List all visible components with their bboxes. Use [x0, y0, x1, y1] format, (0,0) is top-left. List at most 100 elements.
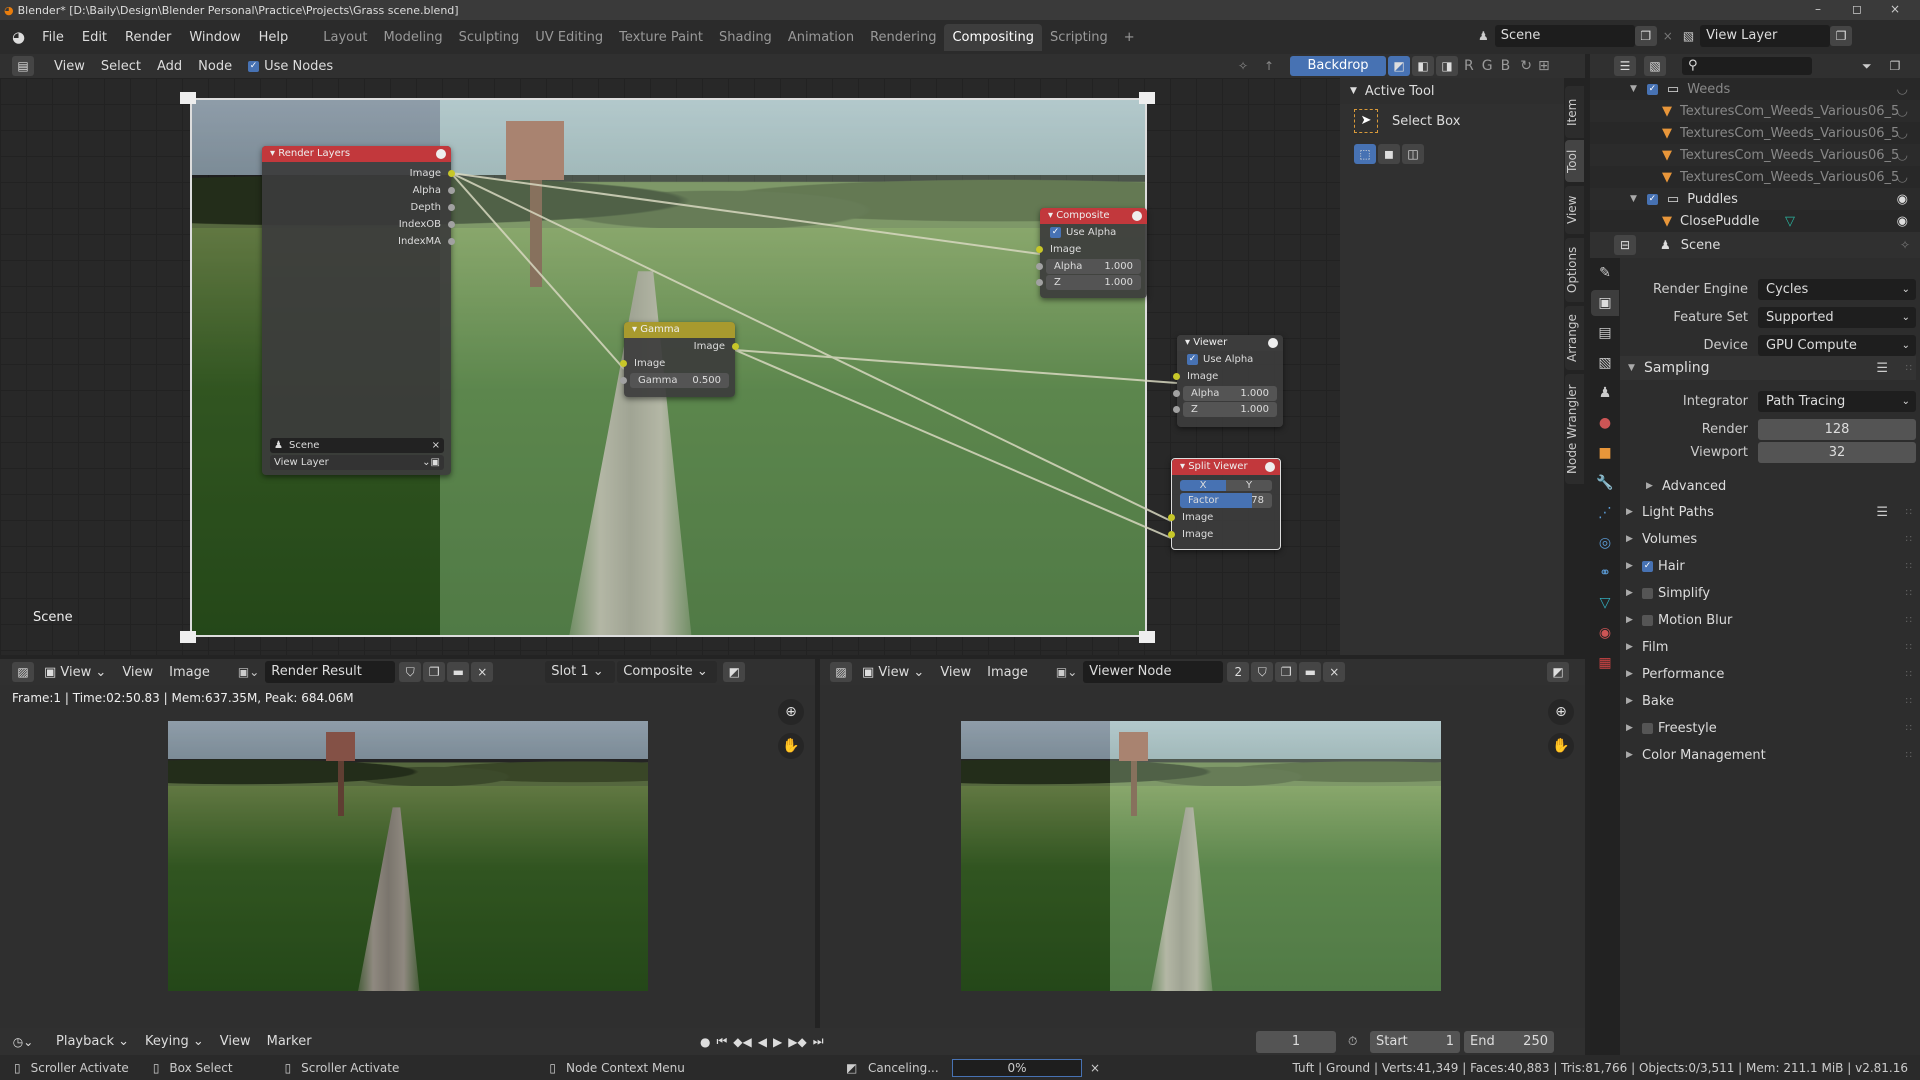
viewport-samples-field[interactable]: 32	[1758, 441, 1916, 463]
socket[interactable]	[620, 377, 627, 384]
active-tool-section[interactable]: ▼ Active Tool	[1340, 78, 1564, 104]
fake-user-icon[interactable]: ⛉	[399, 662, 422, 682]
users-count[interactable]: 2	[1227, 662, 1250, 682]
prev-keyframe-icon[interactable]: ◆◀	[733, 1035, 751, 1049]
composite-node[interactable]: ▾ Composite ✓ Use Alpha Image Alpha 1.000 …	[1036, 208, 1147, 298]
cancel-job-button[interactable]: ×	[1090, 1061, 1100, 1075]
constraints-tab-icon[interactable]: ⚭	[1591, 560, 1619, 586]
render-samples-field[interactable]: 128	[1758, 418, 1916, 440]
new-view-layer-button[interactable]: ❐	[1830, 26, 1853, 46]
socket[interactable]	[448, 187, 455, 194]
scene-tab-icon[interactable]: ♟	[1591, 380, 1619, 406]
record-icon[interactable]: ●	[700, 1035, 710, 1049]
new-image-icon[interactable]: ❐	[423, 662, 446, 682]
unlink-image-icon[interactable]: ×	[471, 662, 494, 682]
tab-node-wrangler[interactable]: Node Wrangler	[1565, 374, 1584, 484]
modifier-tab-icon[interactable]: 🔧	[1591, 470, 1619, 496]
editor-type-icon[interactable]: ▨	[830, 662, 852, 682]
menu-window[interactable]: Window	[180, 30, 249, 45]
hidden-eye-icon[interactable]: ◡	[1897, 170, 1908, 185]
panel-bake[interactable]: ▶ Bake ∷	[1626, 689, 1916, 713]
expand-icon[interactable]: ▼	[1630, 84, 1637, 94]
outliner-item[interactable]: ▼ ✓ ▭ Weeds ◡	[1590, 78, 1920, 100]
checkbox-icon[interactable]	[1642, 614, 1653, 626]
display-mode-icon[interactable]: ☰	[1614, 56, 1636, 76]
gamma-node[interactable]: ▾ Gamma Image Image Gamma 0.500	[620, 322, 739, 397]
checkbox-icon[interactable]: ✓	[1642, 560, 1653, 572]
view-layer-selector[interactable]: View Layer	[1700, 25, 1831, 47]
open-image-icon[interactable]: ▬	[1299, 662, 1322, 682]
parent-tree-icon[interactable]: ↑	[1264, 59, 1274, 73]
render-engine-dropdown[interactable]: Cycles ⌄	[1758, 278, 1916, 300]
pan-hand-icon[interactable]: ✋	[778, 733, 804, 759]
stopwatch-icon[interactable]: ⏱	[1348, 1034, 1357, 1049]
tab-scripting[interactable]: Scripting	[1042, 24, 1116, 51]
image-name-field[interactable]: Render Result	[265, 661, 396, 683]
z-field[interactable]: Z 1.000	[1036, 275, 1141, 290]
device-dropdown[interactable]: GPU Compute ⌄	[1758, 334, 1916, 356]
outliner-item[interactable]: ▼ ✓ ▭ Puddles ◉	[1590, 188, 1920, 210]
view-layer-selector[interactable]: View Layer ⌄▣	[270, 455, 444, 470]
tab-view[interactable]: View	[1565, 186, 1584, 234]
editor-type-icon[interactable]: ◷⌄	[12, 1032, 34, 1052]
data-tab-icon[interactable]: ▽	[1591, 590, 1619, 616]
checkbox-icon[interactable]: ✓	[1646, 193, 1658, 205]
particles-tab-icon[interactable]: ⋰	[1591, 500, 1619, 526]
image-editor-viewer[interactable]: ▨ ▣ View ⌄ View Image ▣⌄ Viewer Node 2 ⛉…	[820, 659, 1585, 1028]
socket[interactable]	[1173, 406, 1180, 413]
tab-layout[interactable]: Layout	[315, 24, 375, 51]
clear-icon[interactable]: ×	[432, 440, 440, 451]
display-channels-icon[interactable]: ◩	[723, 662, 746, 682]
axis-y-button[interactable]: Y	[1226, 479, 1272, 491]
tab-item[interactable]: Item	[1565, 86, 1584, 138]
socket[interactable]	[1173, 390, 1180, 397]
collapse-icon[interactable]: ▾	[1185, 337, 1193, 348]
outliner-item[interactable]: ▼ TexturesCom_Weeds_Various06_5 ◡	[1590, 100, 1920, 122]
play-reverse-icon[interactable]: ◀	[758, 1035, 767, 1049]
zoom-icon[interactable]: ⊕	[1548, 699, 1574, 725]
slot-dropdown[interactable]: Slot 1 ⌄	[545, 661, 616, 683]
outliner-item[interactable]: ▼ TexturesCom_Weeds_Various06_5 ◡	[1590, 144, 1920, 166]
editor-type-icon[interactable]: ▨	[12, 662, 34, 682]
new-image-icon[interactable]: ❐	[1275, 662, 1298, 682]
factor-slider[interactable]: Factor 78	[1180, 493, 1272, 508]
jump-end-icon[interactable]: ⏭	[813, 1034, 824, 1049]
zoom-icon[interactable]: ⊕	[778, 699, 804, 725]
material-tab-icon[interactable]: ◉	[1591, 620, 1619, 646]
scene-selector[interactable]: Scene	[1494, 25, 1635, 47]
split-viewer-node[interactable]: ▾ Split Viewer X Y Factor 78 Image Image	[1168, 458, 1281, 550]
tab-rendering[interactable]: Rendering	[862, 24, 944, 51]
panel-simplify[interactable]: ▶ Simplify ∷	[1626, 581, 1916, 605]
new-scene-button[interactable]: ❐	[1634, 26, 1657, 46]
start-frame-field[interactable]: Start 1	[1370, 1030, 1460, 1053]
menu-image[interactable]: Image	[161, 665, 218, 680]
close-button[interactable]: ×	[1890, 2, 1900, 16]
render-layers-node[interactable]: ▾ Render Layers Image Alpha Depth IndexO…	[262, 146, 455, 475]
socket[interactable]	[448, 221, 455, 228]
scene-selector[interactable]: ♟ Scene ×	[270, 438, 444, 453]
image-name-field[interactable]: Viewer Node	[1083, 661, 1224, 683]
tab-arrange[interactable]: Arrange	[1565, 306, 1584, 370]
image-editor-render[interactable]: ▨ ▣ View ⌄ View Image ▣⌄ Render Result ⛉…	[0, 659, 815, 1028]
collapse-icon[interactable]: ▾	[632, 324, 640, 335]
socket[interactable]	[1036, 279, 1043, 286]
menu-view[interactable]: View	[46, 59, 93, 74]
tab-shading[interactable]: Shading	[711, 24, 780, 51]
menu-select[interactable]: Select	[93, 59, 149, 74]
render-icon[interactable]	[1268, 338, 1278, 348]
expand-icon[interactable]: ▼	[1630, 194, 1637, 204]
outliner-item[interactable]: ▼ ClosePuddle ◉ ▽	[1590, 210, 1920, 232]
axis-x-button[interactable]: X	[1180, 479, 1226, 491]
use-alpha-checkbox[interactable]: ✓ Use Alpha	[1040, 224, 1147, 241]
display-channels-icon[interactable]: ◩	[1547, 662, 1569, 682]
checkbox-icon[interactable]: ✓	[1646, 83, 1658, 95]
hidden-eye-icon[interactable]: ◡	[1897, 126, 1908, 141]
node-editor[interactable]: ▾ Render Layers Image Alpha Depth IndexO…	[0, 78, 1340, 655]
add-workspace-button[interactable]: +	[1116, 24, 1143, 51]
auto-offset-icon[interactable]: ↻	[1520, 58, 1532, 74]
view-layer-tab-icon[interactable]: ▧	[1591, 350, 1619, 376]
menu-view[interactable]: View	[932, 665, 979, 680]
channel-color-alpha-button[interactable]: ◩	[1388, 56, 1410, 76]
pin-icon[interactable]: ✧	[1900, 238, 1910, 252]
socket[interactable]	[448, 204, 455, 211]
